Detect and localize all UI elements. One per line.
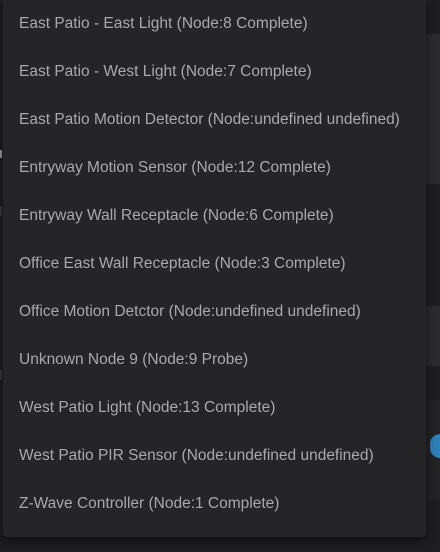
menu-item-west-patio-light[interactable]: West Patio Light (Node:13 Complete)	[3, 384, 426, 432]
background-toggle	[430, 434, 440, 458]
menu-item-office-motion-detctor[interactable]: Office Motion Detctor (Node:undefined un…	[3, 288, 426, 336]
menu-item-east-patio-east-light[interactable]: East Patio - East Light (Node:8 Complete…	[3, 0, 426, 48]
menu-item-entryway-motion-sensor[interactable]: Entryway Motion Sensor (Node:12 Complete…	[3, 144, 426, 192]
node-select-dropdown-menu: East Patio - East Light (Node:8 Complete…	[3, 0, 426, 537]
menu-item-z-wave-controller[interactable]: Z-Wave Controller (Node:1 Complete)	[3, 480, 426, 528]
menu-item-entryway-wall-receptacle[interactable]: Entryway Wall Receptacle (Node:6 Complet…	[3, 192, 426, 240]
menu-item-west-patio-pir-sensor[interactable]: West Patio PIR Sensor (Node:undefined un…	[3, 432, 426, 480]
background-mark	[0, 206, 2, 216]
menu-item-office-east-wall-receptacle[interactable]: Office East Wall Receptacle (Node:3 Comp…	[3, 240, 426, 288]
menu-item-east-patio-west-light[interactable]: East Patio - West Light (Node:7 Complete…	[3, 48, 426, 96]
menu-item-unknown-node-9[interactable]: Unknown Node 9 (Node:9 Probe)	[3, 336, 426, 384]
menu-item-east-patio-motion-detector[interactable]: East Patio Motion Detector (Node:undefin…	[3, 96, 426, 144]
background-mark	[0, 150, 2, 158]
background-mark	[0, 370, 2, 380]
